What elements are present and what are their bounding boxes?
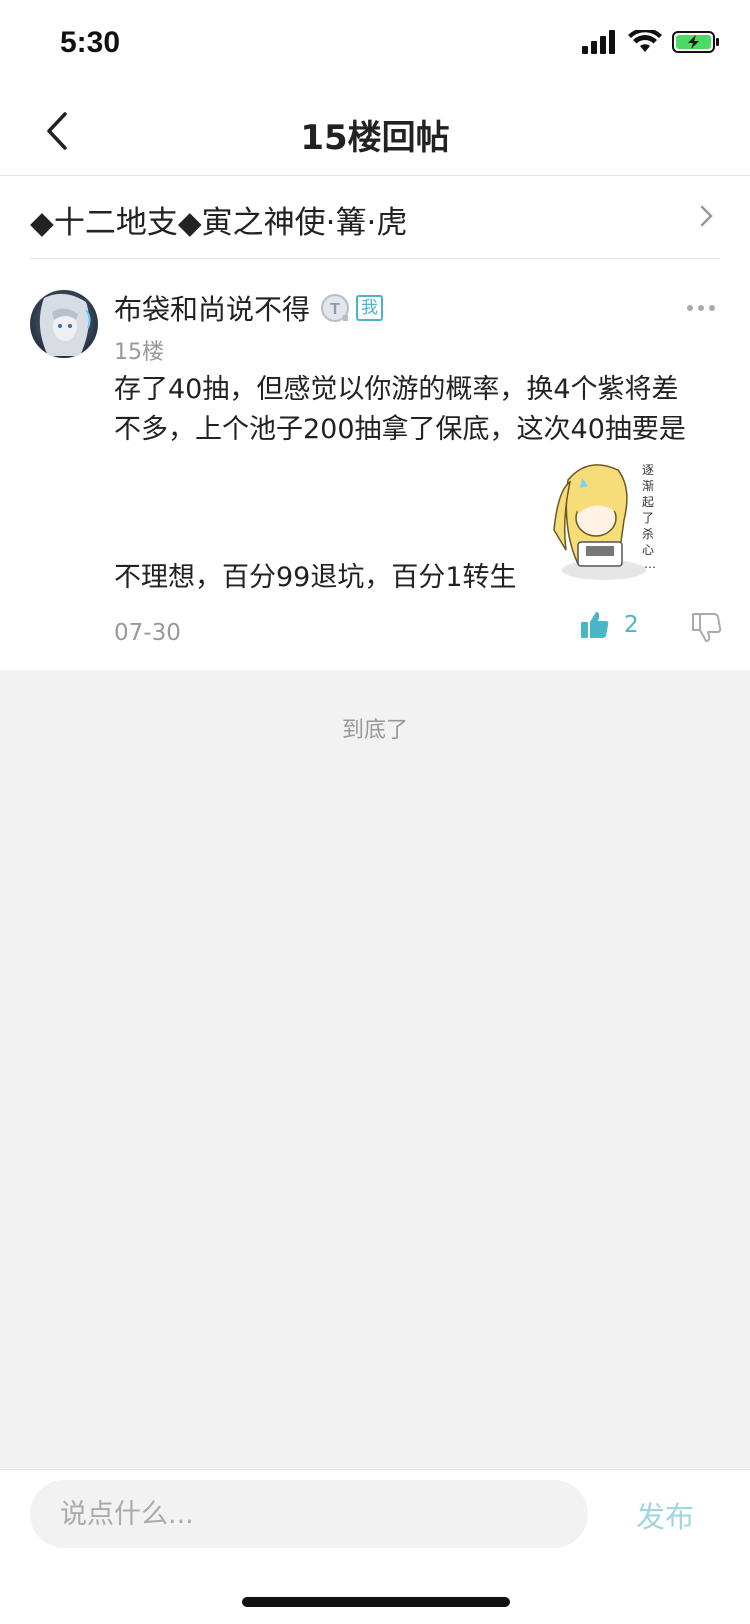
post-text-line: 存了40抽，但感觉以你游的概率，换4个紫将差 (114, 374, 679, 405)
floor-label: 15楼 (114, 340, 164, 365)
thumbs-up-icon (581, 612, 609, 638)
cellular-signal-icon (582, 30, 615, 54)
wifi-icon (628, 30, 662, 52)
chevron-right-icon (700, 205, 713, 227)
reply-post: 布袋和尚说不得 T 我 15楼 存了40抽，但感觉以你游的概率，换4个紫将差 不… (0, 260, 750, 670)
comment-bar: 发布 (0, 1469, 750, 1624)
post-body: 存了40抽，但感觉以你游的概率，换4个紫将差 不多，上个池子200抽拿了保底，这… (114, 370, 724, 450)
more-options-icon[interactable] (686, 302, 716, 314)
sticker-image: 逐 渐 起 了 杀 心 … (553, 463, 658, 580)
like-count: 2 (624, 612, 639, 638)
battery-charging-icon (672, 31, 719, 53)
thread-link-row[interactable]: ◆十二地支◆寅之神使·篝·虎 (30, 177, 720, 259)
home-indicator (242, 1597, 510, 1607)
avatar[interactable] (30, 290, 98, 358)
end-of-list-label: 到底了 (341, 718, 408, 743)
author-line: 布袋和尚说不得 T 我 (114, 288, 384, 328)
thread-title: ◆十二地支◆寅之神使·篝·虎 (30, 205, 408, 241)
page-title: 15楼回帖 (300, 118, 450, 158)
comment-input[interactable] (30, 1480, 588, 1548)
nav-bar: 15楼回帖 (0, 88, 750, 176)
post-text-line: 不多，上个池子200抽拿了保底，这次40抽要是 (114, 414, 686, 445)
svg-text:逐 渐 起 了: 逐 渐 起 了 杀 心 … (642, 463, 658, 571)
publish-button[interactable]: 发布 (636, 1494, 694, 1536)
me-badge: 我 (356, 295, 384, 321)
level-badge-letter: T (330, 301, 340, 318)
status-bar: 5:30 (0, 0, 750, 88)
author-name[interactable]: 布袋和尚说不得 (114, 288, 310, 328)
status-icons (582, 30, 720, 54)
thumbs-down-icon[interactable] (690, 610, 724, 644)
post-date: 07-30 (114, 620, 181, 646)
like-button[interactable]: 2 (580, 610, 639, 640)
status-time: 5:30 (60, 26, 121, 59)
post-text-line: 不理想，百分99退坑，百分1转生 (114, 562, 517, 593)
level-badge-icon: T (321, 294, 350, 322)
